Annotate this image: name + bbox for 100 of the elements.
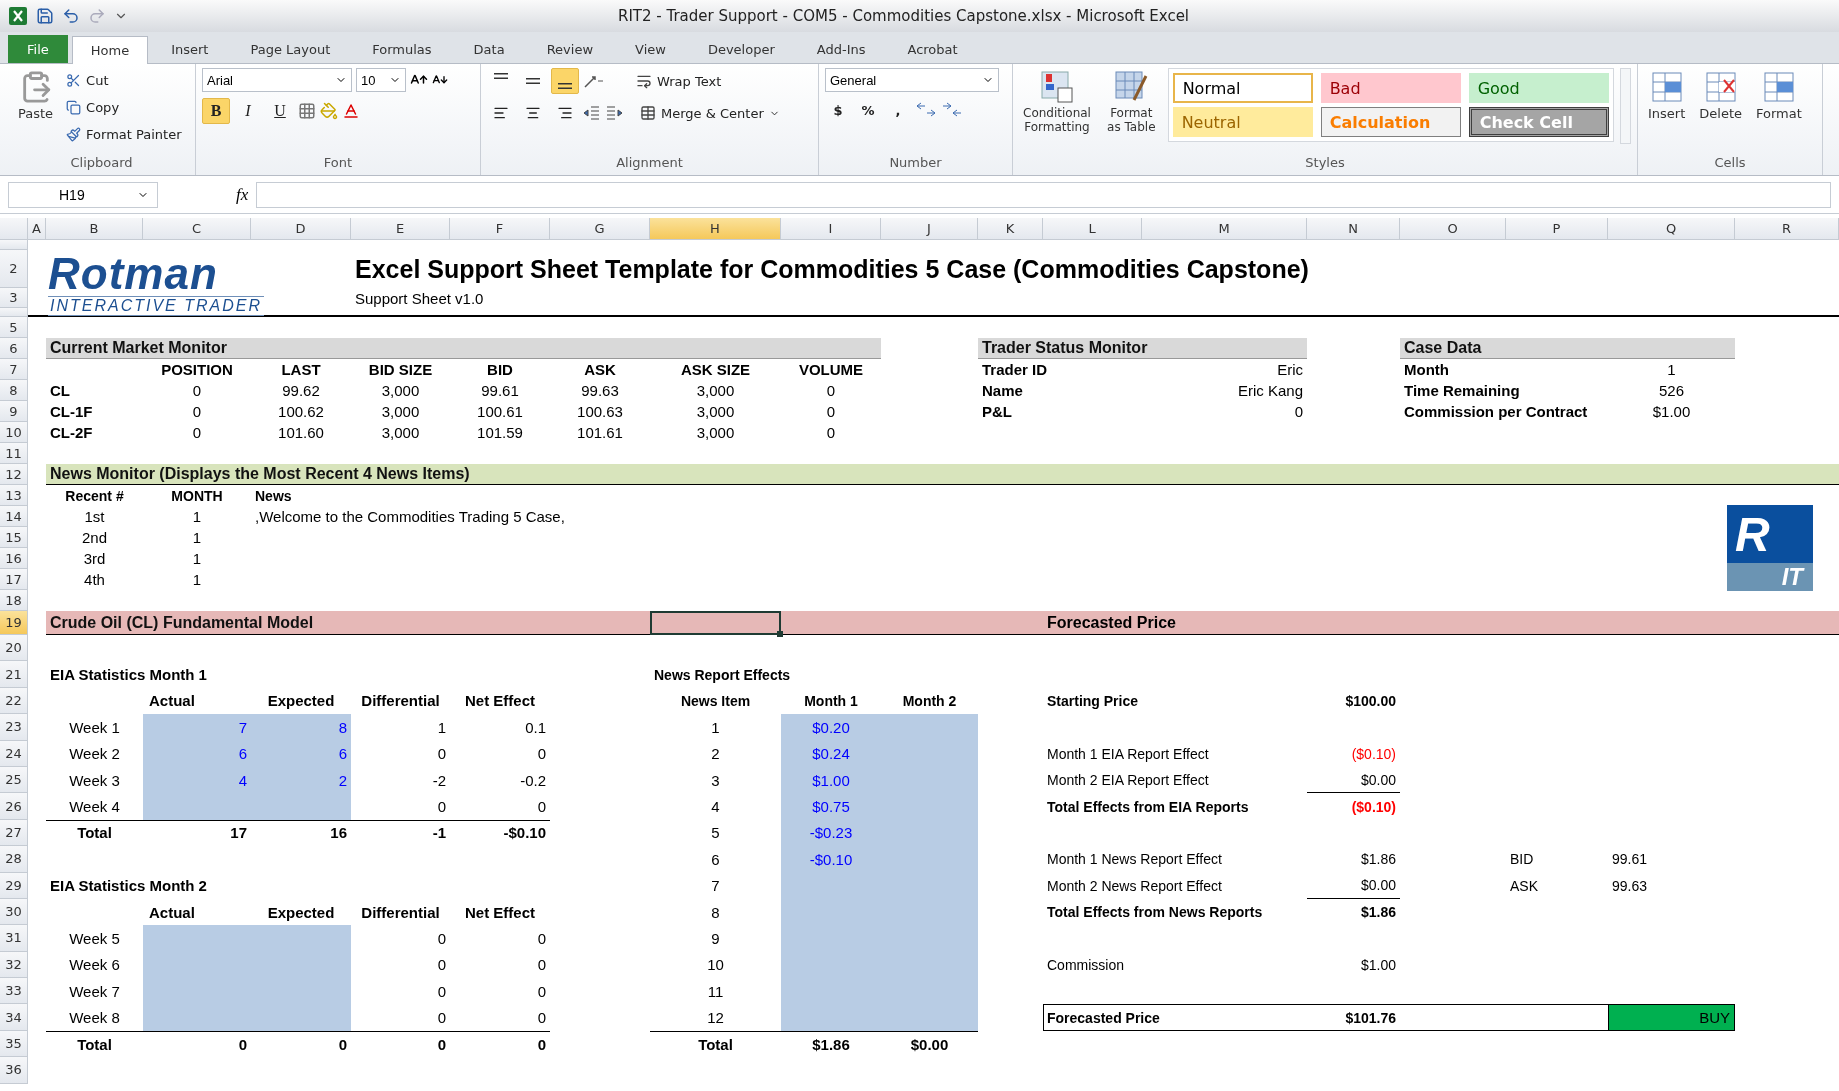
row-header[interactable]: 2 bbox=[0, 250, 28, 288]
row-header[interactable]: 10 bbox=[0, 422, 28, 443]
number-format-button[interactable]: , bbox=[885, 98, 911, 122]
name-box[interactable]: H19 bbox=[8, 181, 158, 208]
ribbon-tab[interactable]: Insert bbox=[152, 35, 228, 63]
number-format-button[interactable]: % bbox=[855, 98, 881, 122]
row-header[interactable]: 15 bbox=[0, 527, 28, 548]
row-header[interactable]: 25 bbox=[0, 766, 28, 794]
row-header[interactable]: 7 bbox=[0, 359, 28, 380]
column-header[interactable]: N bbox=[1307, 218, 1400, 240]
borders-icon[interactable] bbox=[298, 102, 316, 120]
styles-command[interactable]: Conditional Formatting bbox=[1019, 68, 1095, 137]
row-header[interactable]: 23 bbox=[0, 714, 28, 741]
ribbon-tab[interactable]: Formulas bbox=[353, 35, 451, 63]
decimal-icon[interactable] bbox=[915, 101, 963, 119]
selected-cell[interactable] bbox=[650, 611, 781, 635]
ribbon-tab[interactable]: File bbox=[8, 35, 68, 63]
cell-style[interactable]: Neutral bbox=[1172, 107, 1313, 137]
row-header[interactable]: 8 bbox=[0, 380, 28, 401]
cell-style[interactable]: Bad bbox=[1320, 73, 1461, 103]
formula-field[interactable] bbox=[256, 181, 1831, 208]
ribbon-tab[interactable]: Acrobat bbox=[888, 35, 977, 63]
column-header[interactable]: G bbox=[550, 218, 650, 240]
font-color-icon[interactable] bbox=[342, 102, 360, 120]
wrap-text-button[interactable]: Wrap Text bbox=[633, 69, 725, 93]
row-header[interactable]: 30 bbox=[0, 898, 28, 926]
styles-command[interactable]: Format as Table bbox=[1100, 68, 1162, 137]
column-header[interactable]: E bbox=[351, 218, 450, 240]
row-header[interactable]: 28 bbox=[0, 846, 28, 873]
ribbon-tab[interactable]: Developer bbox=[688, 35, 794, 63]
ribbon-tab[interactable]: Data bbox=[454, 35, 524, 63]
row-header[interactable]: 24 bbox=[0, 740, 28, 767]
row-header[interactable]: 34 bbox=[0, 1004, 28, 1031]
column-header[interactable]: O bbox=[1400, 218, 1506, 240]
clipboard-command[interactable]: Copy bbox=[63, 95, 185, 119]
clipboard-command[interactable]: Cut bbox=[63, 68, 185, 92]
row-header[interactable]: 3 bbox=[0, 288, 28, 308]
row-header[interactable]: 27 bbox=[0, 819, 28, 847]
ribbon-tab[interactable]: Add-Ins bbox=[797, 35, 885, 63]
row-header[interactable]: 9 bbox=[0, 401, 28, 422]
cells-command[interactable]: Format bbox=[1752, 68, 1806, 123]
row-header[interactable]: 20 bbox=[0, 635, 28, 662]
row-header[interactable]: 19 bbox=[0, 611, 28, 635]
font-style-button[interactable]: B bbox=[202, 98, 230, 124]
merge-center-button[interactable]: Merge & Center bbox=[637, 101, 783, 125]
row-header[interactable]: 12 bbox=[0, 464, 28, 485]
column-header[interactable]: I bbox=[781, 218, 881, 240]
column-header[interactable]: R bbox=[1735, 218, 1839, 240]
row-header[interactable]: 6 bbox=[0, 338, 28, 359]
row-header[interactable]: 5 bbox=[0, 317, 28, 338]
row-header[interactable]: 33 bbox=[0, 978, 28, 1005]
row-header[interactable]: 31 bbox=[0, 925, 28, 952]
font-name-field[interactable]: Arial bbox=[202, 68, 352, 92]
font-style-button[interactable]: I bbox=[234, 98, 262, 124]
row-header[interactable]: 26 bbox=[0, 793, 28, 820]
row-header[interactable]: 22 bbox=[0, 687, 28, 715]
row-header[interactable]: 18 bbox=[0, 590, 28, 611]
column-header[interactable]: L bbox=[1043, 218, 1142, 240]
row-header[interactable]: 16 bbox=[0, 548, 28, 569]
cell-style[interactable]: Normal bbox=[1172, 73, 1313, 103]
row-header[interactable]: 36 bbox=[0, 1057, 28, 1084]
column-header[interactable]: P bbox=[1506, 218, 1608, 240]
ribbon-tab[interactable]: Review bbox=[527, 35, 613, 63]
column-header[interactable]: D bbox=[251, 218, 351, 240]
orientation-icon[interactable] bbox=[583, 73, 605, 89]
number-format-field[interactable]: General bbox=[825, 68, 999, 92]
save-icon[interactable] bbox=[36, 7, 54, 25]
column-header[interactable]: Q bbox=[1608, 218, 1735, 240]
ribbon-tab[interactable]: View bbox=[616, 35, 685, 63]
column-header[interactable]: C bbox=[143, 218, 251, 240]
column-header[interactable]: B bbox=[46, 218, 143, 240]
font-style-button[interactable]: U bbox=[266, 98, 294, 124]
number-format-button[interactable]: $ bbox=[825, 98, 851, 122]
row-header[interactable]: 11 bbox=[0, 443, 28, 464]
gallery-scrollbar[interactable] bbox=[1619, 68, 1631, 144]
undo-icon[interactable] bbox=[62, 7, 80, 25]
row-header[interactable]: 21 bbox=[0, 661, 28, 688]
ribbon-tab[interactable]: Page Layout bbox=[231, 35, 350, 63]
row-header[interactable]: 35 bbox=[0, 1030, 28, 1058]
row-header[interactable]: 32 bbox=[0, 951, 28, 979]
row-header[interactable]: 17 bbox=[0, 569, 28, 590]
ribbon-tab[interactable]: Home bbox=[71, 36, 149, 64]
vertical-align-button[interactable] bbox=[551, 68, 579, 94]
paste-button[interactable]: Paste bbox=[14, 68, 58, 123]
column-header[interactable]: H bbox=[650, 218, 781, 240]
function-label[interactable]: fx bbox=[236, 184, 249, 205]
column-header[interactable]: F bbox=[450, 218, 550, 240]
cells-command[interactable]: Insert bbox=[1644, 68, 1690, 123]
column-header[interactable]: M bbox=[1142, 218, 1307, 240]
cells-command[interactable]: Delete bbox=[1695, 68, 1746, 123]
row-header[interactable]: 29 bbox=[0, 872, 28, 899]
fill-color-icon[interactable] bbox=[320, 102, 338, 120]
column-header[interactable]: K bbox=[978, 218, 1043, 240]
cell-style[interactable]: Good bbox=[1468, 73, 1609, 103]
row-header[interactable]: 14 bbox=[0, 506, 28, 527]
indent-icon[interactable] bbox=[583, 105, 623, 121]
row-header[interactable]: 13 bbox=[0, 485, 28, 506]
font-size-field[interactable]: 10 bbox=[356, 68, 406, 92]
column-header[interactable]: J bbox=[881, 218, 978, 240]
column-header[interactable]: A bbox=[28, 218, 46, 240]
